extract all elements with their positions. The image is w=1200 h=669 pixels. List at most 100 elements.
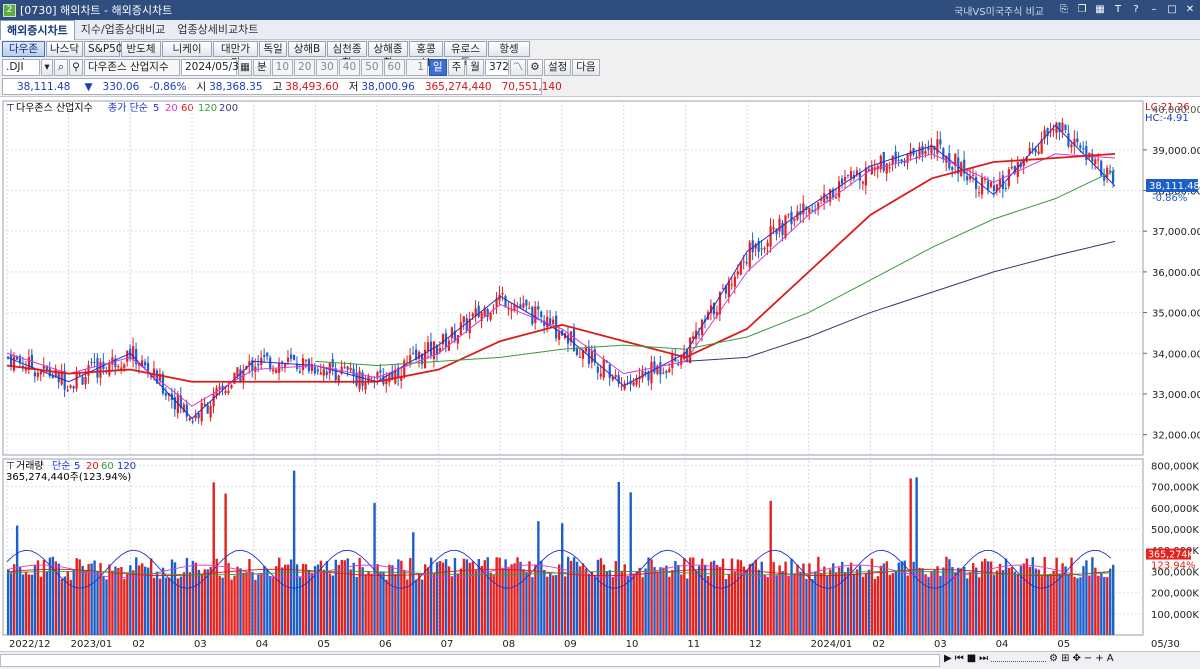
zoom-slider[interactable] bbox=[991, 653, 1047, 662]
text-icon[interactable]: T bbox=[1112, 4, 1124, 16]
link-icon[interactable]: ⎘ bbox=[1058, 4, 1070, 16]
stop-icon[interactable]: ■ bbox=[967, 653, 976, 664]
candle-body bbox=[537, 306, 540, 310]
candle-body bbox=[906, 154, 909, 163]
market-button-shenzhen[interactable]: 심천종합 bbox=[327, 41, 367, 69]
candle-body bbox=[1112, 170, 1115, 184]
tab-index-compare[interactable]: 지수/업종상대비교 bbox=[75, 20, 172, 40]
maximize-icon[interactable]: □ bbox=[1166, 4, 1178, 16]
copy-icon[interactable]: ❐ bbox=[1076, 4, 1088, 16]
scroll-right-icon[interactable]: ▶ bbox=[944, 653, 952, 664]
market-button-shanghai[interactable]: 상해종합 bbox=[368, 41, 408, 69]
symbol-input[interactable]: .DJI bbox=[2, 58, 40, 76]
symbol-dropdown-icon[interactable]: ▾ bbox=[41, 58, 53, 76]
settings-button[interactable]: 설정 bbox=[543, 58, 572, 76]
scroll-track[interactable] bbox=[0, 654, 940, 667]
last-icon[interactable]: ⏭ bbox=[979, 653, 988, 664]
market-button-shanghai-b[interactable]: 상해B bbox=[288, 41, 326, 57]
market-button-nasdaq[interactable]: 나스닥 bbox=[46, 41, 83, 57]
candle-body bbox=[292, 354, 296, 360]
x-tick-label: 10 bbox=[626, 639, 639, 650]
market-button-semiconductor[interactable]: 반도체 bbox=[121, 41, 161, 57]
crosshair-icon[interactable]: ✥ bbox=[1073, 653, 1081, 664]
text-size-icon[interactable]: A bbox=[1107, 653, 1114, 664]
tab-sector-compare[interactable]: 업종상세비교차트 bbox=[171, 20, 264, 40]
help-icon[interactable]: ? bbox=[1130, 4, 1142, 16]
candle-body bbox=[1010, 166, 1013, 169]
volume-bar bbox=[656, 572, 659, 635]
candle-body bbox=[599, 373, 602, 377]
day-button[interactable]: 일 bbox=[428, 58, 447, 76]
x-tick-label: 03 bbox=[934, 639, 947, 650]
candle-body bbox=[286, 357, 290, 363]
period-40[interactable]: 40 bbox=[338, 58, 361, 76]
grid-icon[interactable]: ▦ bbox=[1094, 4, 1106, 16]
candle-body bbox=[846, 174, 850, 176]
volume-bar bbox=[584, 568, 588, 635]
market-button-sp500[interactable]: S&P500 bbox=[84, 41, 129, 57]
volume-bar bbox=[695, 570, 698, 635]
scroll-bar[interactable]: ▶ ⏮ ■ ⏭ ⚙ ⊞ ✥ − + A bbox=[0, 651, 1200, 669]
volume-bar bbox=[263, 565, 266, 635]
search-icon[interactable]: ⌕ bbox=[54, 58, 68, 76]
filter-icon[interactable]: ⚲ bbox=[69, 58, 83, 76]
zoom-in-icon[interactable]: + bbox=[1095, 653, 1103, 664]
market-button-dow[interactable]: 다우존스 bbox=[2, 41, 45, 69]
zoom-icon[interactable]: ⚙ bbox=[1049, 653, 1058, 664]
candle-body bbox=[826, 196, 829, 200]
period-60[interactable]: 60 bbox=[383, 58, 405, 76]
minute-button[interactable]: 분 bbox=[253, 58, 271, 76]
close-icon[interactable]: ✕ bbox=[1184, 4, 1196, 16]
volume-bar bbox=[1058, 573, 1061, 635]
month-button[interactable]: 월 bbox=[466, 58, 484, 76]
market-button-hongkong-h[interactable]: 홍콩H bbox=[409, 41, 443, 69]
candle-body bbox=[534, 306, 537, 323]
week-button[interactable]: 주 bbox=[447, 58, 466, 76]
period-30[interactable]: 30 bbox=[316, 58, 338, 76]
volume-bar bbox=[933, 569, 936, 635]
date-input[interactable]: 2024/05/31 bbox=[181, 58, 246, 76]
gear-icon[interactable]: ⚙ bbox=[526, 58, 543, 76]
volume-bar bbox=[337, 564, 341, 635]
chart-svg[interactable]: ⊤ 다우존스 산업지수 종가 단순 5 20 60 120 200 2022/1… bbox=[0, 97, 1200, 652]
candle-body bbox=[346, 366, 349, 370]
volume-bar bbox=[543, 569, 546, 635]
first-icon[interactable]: ⏮ bbox=[955, 653, 964, 664]
vol-tick-label: 200,000K bbox=[1151, 589, 1199, 600]
market-button-eurostoxx[interactable]: 유로스톡 bbox=[444, 41, 487, 69]
tool-icon[interactable]: ⊞ bbox=[1061, 653, 1069, 664]
volume-bar bbox=[254, 579, 257, 635]
period-20[interactable]: 20 bbox=[294, 58, 316, 76]
chart-type-icon[interactable]: 〽 bbox=[509, 58, 526, 76]
minimize-icon[interactable]: – bbox=[1148, 4, 1160, 16]
volume-bar bbox=[912, 561, 915, 635]
period-10[interactable]: 10 bbox=[271, 58, 294, 76]
compare-link[interactable]: 국내VS미국주식 비교 bbox=[954, 3, 1044, 18]
quote-open: 38,368.35 bbox=[209, 80, 263, 93]
next-button[interactable]: 다음 bbox=[572, 58, 600, 76]
market-button-nikkei[interactable]: 니케이 bbox=[162, 41, 212, 57]
candle-body bbox=[525, 299, 528, 306]
volume-bar bbox=[477, 559, 481, 635]
period-50[interactable]: 50 bbox=[361, 58, 383, 76]
calendar-icon[interactable]: ▦ bbox=[238, 58, 252, 76]
volume-bar bbox=[480, 565, 483, 635]
candle-body bbox=[823, 193, 826, 203]
volume-bar bbox=[1052, 570, 1055, 635]
count-select[interactable]: 1 bbox=[405, 58, 428, 76]
candle-body bbox=[733, 276, 736, 287]
symbol-name: 다우존스 산업지수 bbox=[84, 58, 180, 76]
chart-area[interactable]: ⊤ 다우존스 산업지수 종가 단순 5 20 60 120 200 2022/1… bbox=[0, 96, 1200, 669]
zoom-out-icon[interactable]: − bbox=[1084, 653, 1092, 664]
count-input[interactable]: 372 bbox=[484, 58, 509, 76]
market-button-germany[interactable]: 독일 bbox=[259, 41, 287, 57]
candle-body bbox=[322, 369, 325, 376]
tab-overseas-chart[interactable]: 해외증시차트 bbox=[0, 20, 75, 40]
market-button-hangseng[interactable]: 항셍 bbox=[488, 41, 530, 57]
volume-bar bbox=[403, 569, 406, 635]
vol-tick-label: 800,000K bbox=[1151, 461, 1199, 472]
vol-tick-label: 700,000K bbox=[1151, 483, 1199, 494]
volume-bar bbox=[1034, 568, 1037, 635]
volume-bar bbox=[379, 571, 382, 635]
market-button-taiwan[interactable]: 대만가권 bbox=[213, 41, 258, 69]
